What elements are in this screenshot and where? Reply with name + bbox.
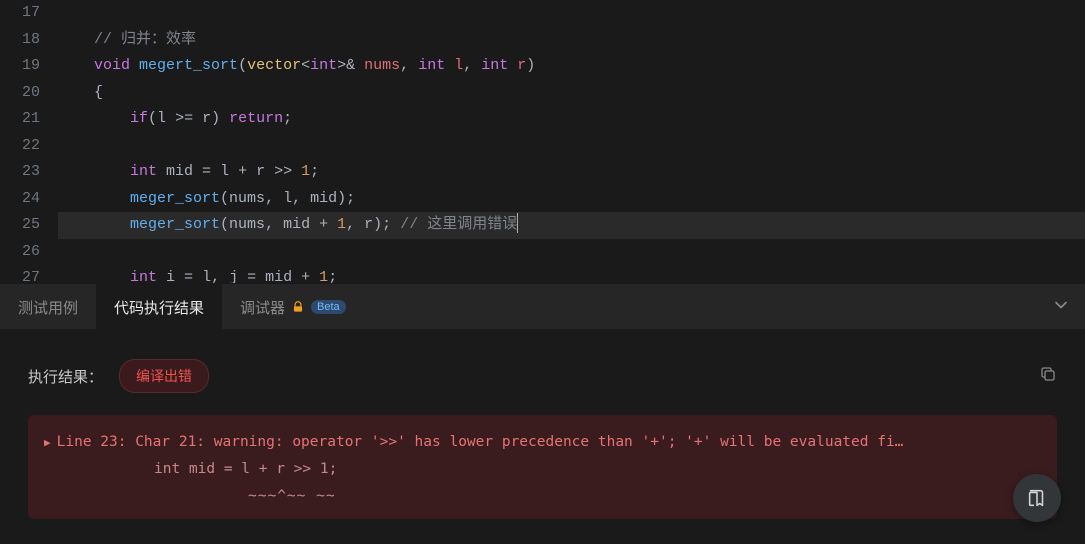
code-line[interactable]: if(l >= r) return; bbox=[58, 106, 1085, 133]
compile-error-box[interactable]: ▶ Line 23: Char 21: warning: operator '>… bbox=[28, 415, 1057, 519]
code-line[interactable] bbox=[58, 0, 1085, 27]
copy-icon[interactable] bbox=[1039, 365, 1057, 388]
line-number: 25 bbox=[0, 212, 58, 239]
line-number: 21 bbox=[0, 106, 58, 133]
error-code-line: int mid = l + r >> 1; bbox=[44, 456, 1041, 483]
line-number: 23 bbox=[0, 159, 58, 186]
code-line[interactable] bbox=[58, 239, 1085, 266]
tab-代码执行结果[interactable]: 代码执行结果 bbox=[96, 284, 222, 330]
code-line[interactable]: int mid = l + r >> 1; bbox=[58, 159, 1085, 186]
tab-label: 代码执行结果 bbox=[114, 297, 204, 318]
error-message-line: ▶ Line 23: Char 21: warning: operator '>… bbox=[44, 429, 1041, 456]
result-panel-tabs: 测试用例 代码执行结果 调试器 Beta bbox=[0, 283, 1085, 329]
tab-调试器[interactable]: 调试器 Beta bbox=[222, 284, 364, 330]
error-caret-line: ~~~^~~ ~~ bbox=[44, 483, 1041, 510]
code-line[interactable] bbox=[58, 133, 1085, 160]
code-line[interactable]: meger_sort(nums, l, mid); bbox=[58, 186, 1085, 213]
code-line[interactable]: void megert_sort(vector<int>& nums, int … bbox=[58, 53, 1085, 80]
code-line[interactable]: { bbox=[58, 80, 1085, 107]
tab-label: 测试用例 bbox=[18, 297, 78, 318]
line-number: 26 bbox=[0, 239, 58, 266]
code-line[interactable]: meger_sort(nums, mid + 1, r); // 这里调用错误 bbox=[58, 212, 1085, 239]
chevron-down-icon[interactable] bbox=[1053, 296, 1069, 317]
tab-label: 调试器 bbox=[240, 297, 285, 318]
tab-测试用例[interactable]: 测试用例 bbox=[0, 284, 96, 330]
result-label: 执行结果： bbox=[28, 366, 103, 387]
line-number: 19 bbox=[0, 53, 58, 80]
code-content[interactable]: // 归并：效率 void megert_sort(vector<int>& n… bbox=[58, 0, 1085, 283]
line-number: 22 bbox=[0, 133, 58, 160]
notes-fab-button[interactable] bbox=[1013, 474, 1061, 522]
triangle-right-icon: ▶ bbox=[44, 433, 51, 453]
line-number: 17 bbox=[0, 0, 58, 27]
result-panel-body: 执行结果： 编译出错 ▶ Line 23: Char 21: warning: … bbox=[0, 329, 1085, 544]
code-editor[interactable]: 1718192021222324252627 // 归并：效率 void meg… bbox=[0, 0, 1085, 283]
line-number-gutter: 1718192021222324252627 bbox=[0, 0, 58, 283]
result-status-badge: 编译出错 bbox=[119, 359, 209, 393]
line-number: 24 bbox=[0, 186, 58, 213]
lock-icon bbox=[291, 300, 305, 314]
code-line[interactable]: // 归并：效率 bbox=[58, 27, 1085, 54]
beta-badge: Beta bbox=[311, 300, 346, 314]
line-number: 20 bbox=[0, 80, 58, 107]
line-number: 18 bbox=[0, 27, 58, 54]
